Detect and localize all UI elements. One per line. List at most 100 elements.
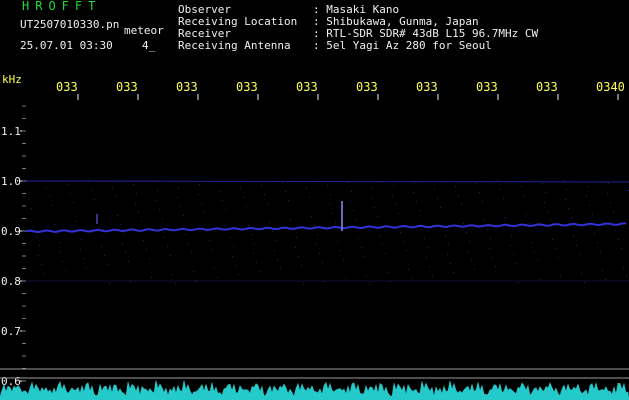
noise-dot [510,245,511,246]
noise-dot [26,180,27,181]
noise-dot [196,280,197,281]
carrier-trace [25,222,627,234]
noise-dot [128,261,129,262]
noise-dot [552,239,553,240]
noise-dot [351,191,352,192]
noise-dot [235,265,236,266]
noise-dot [500,189,501,190]
noise-dot [230,237,231,238]
noise-dot [314,225,315,226]
noise-dot [382,244,383,245]
noise-dot [558,257,559,258]
noise-dot [448,244,449,245]
noise-dot [335,222,336,223]
noise-dot [482,201,483,202]
noise-dot [385,253,386,254]
noise-dot [427,247,428,248]
noise-dot [489,248,490,249]
noise-dot [353,210,354,211]
noise-dot [178,187,179,188]
noise-dot [393,185,394,186]
noise-dot [277,259,278,260]
noise-dot [156,200,157,201]
noise-dot [146,249,147,250]
noise-dot [529,223,530,224]
time-tick-label: 033 [116,80,138,94]
noise-dot [199,184,200,185]
noise-dot [57,233,58,234]
noise-dot [254,243,255,244]
noise-dot [298,256,299,257]
noise-dot [387,272,388,273]
noise-dot [293,228,294,229]
noise-dot [573,236,574,237]
noise-dot [201,203,202,204]
noise-dot [542,183,543,184]
noise-dot [246,206,247,207]
noise-dot [429,266,430,267]
noise-dot [115,196,116,197]
noise-dot [149,258,150,259]
noise-dot [28,199,29,200]
noise-dot [605,279,606,280]
noise-dot [348,182,349,183]
noise-dot [296,237,297,238]
noise-dot [225,209,226,210]
noise-dot [371,198,372,199]
noise-dot [248,225,249,226]
noise-dot [579,254,580,255]
noise-dot [539,279,540,280]
noise-dot [600,251,601,252]
noise-dot [295,247,296,248]
noise-dot [123,233,124,234]
noise-dot [544,202,545,203]
noise-dot [587,186,588,187]
noise-dot [164,237,165,238]
noise-dot [505,217,506,218]
noise-dot [112,187,113,188]
noise-dot [474,269,475,270]
noise-dot [610,202,611,203]
noise-dot [38,255,39,256]
noise-dot [511,235,512,236]
noise-dot [54,224,55,225]
noise-dot [39,245,40,246]
noise-dot [52,205,53,206]
noise-dot [463,223,464,224]
noise-dot [490,238,491,239]
noise-dot [261,185,262,186]
noise-dot [589,205,590,206]
noise-dot [49,196,50,197]
freq-tick-label: 0.7 [1,325,21,338]
noise-dot [73,202,74,203]
noise-dot [317,234,318,235]
noise-dot [419,210,420,211]
noise-dot [626,276,627,277]
noise-dot [167,246,168,247]
freq-tick-label: 0.8 [1,275,21,288]
noise-dot [222,200,223,201]
noise-dot [177,197,178,198]
noise-dot [83,258,84,259]
noise-dot [274,250,275,251]
noise-dot [309,197,310,198]
noise-dot [172,274,173,275]
noise-dot [453,272,454,273]
noise-dot [524,195,525,196]
weak-trace [25,180,629,183]
noise-dot [301,265,302,266]
noise-dot [240,188,241,189]
time-tick-label: 033 [176,80,198,94]
noise-dot [136,193,137,194]
noise-dot [421,229,422,230]
noise-dot [345,278,346,279]
noise-dot [508,226,509,227]
time-tick-label: 033 [536,80,558,94]
noise-dot [209,240,210,241]
noise-dot [560,276,561,277]
noise-dot [46,187,47,188]
noise-dot [62,261,63,262]
time-tick-label: 033 [236,80,258,94]
noise-dot [275,240,276,241]
noise-dot [220,181,221,182]
